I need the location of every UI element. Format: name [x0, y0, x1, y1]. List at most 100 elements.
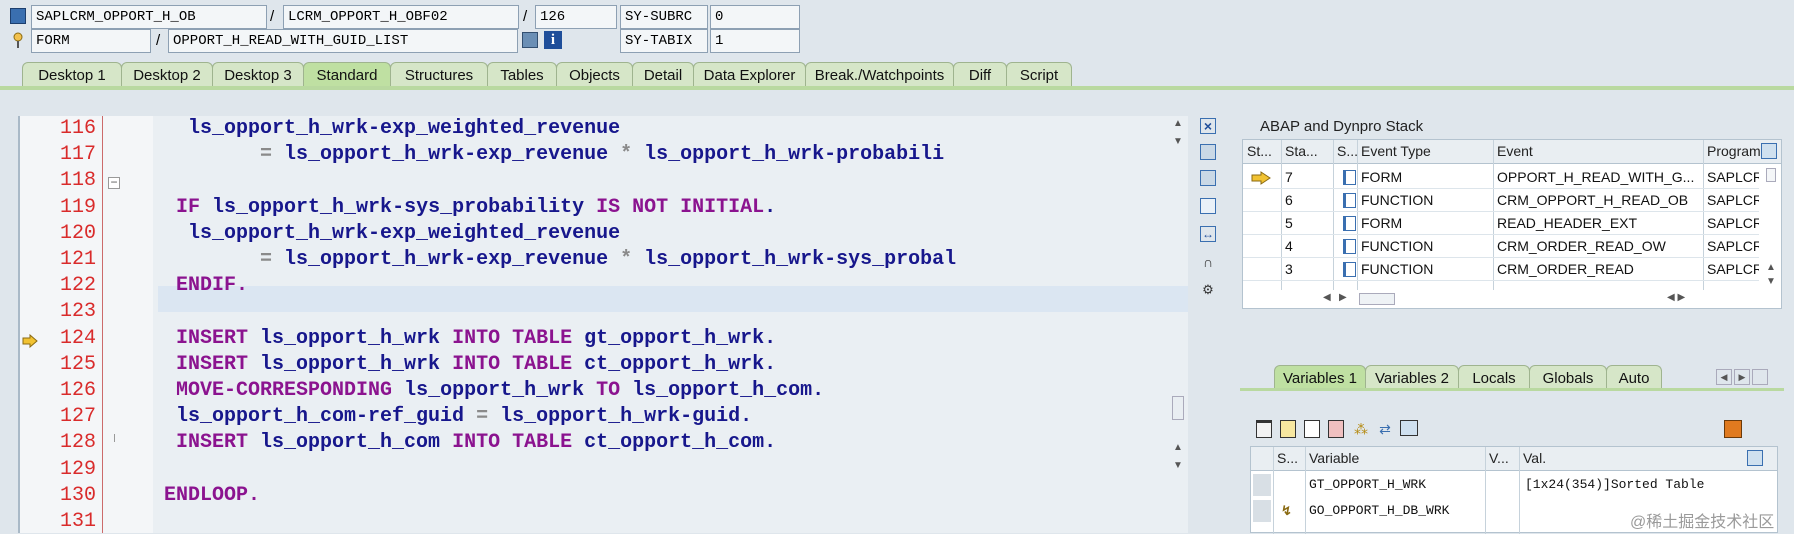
swap-tool-icon[interactable] — [1200, 170, 1216, 186]
variable-row[interactable]: GT_OPPORT_H_WRK [1x24(354)]Sorted Table — [1307, 474, 1757, 496]
variables-header: S... Variable V... Val. — [1251, 447, 1777, 471]
tab-script[interactable]: Script — [1006, 62, 1072, 88]
line-number: 130 — [60, 483, 97, 507]
transfer-icon[interactable]: ⇄ — [1376, 420, 1394, 438]
code-line[interactable]: MOVE-CORRESPONDING ls_opport_h_wrk TO ls… — [140, 378, 824, 404]
col-header[interactable]: S... — [1337, 140, 1358, 163]
code-line[interactable]: = ls_opport_h_wrk-exp_revenue * ls_oppor… — [140, 142, 944, 168]
fold-collapse-icon[interactable]: − — [108, 176, 120, 189]
program-field[interactable]: SAPLCRM_OPPORT_H_OB — [31, 5, 267, 29]
code-editor[interactable]: 116 ls_opport_h_wrk-exp_weighted_revenue… — [18, 116, 1188, 533]
hierarchy-icon[interactable]: ⁂ — [1352, 420, 1370, 438]
stack-row[interactable]: 5FORMREAD_HEADER_EXTSAPLCRI — [1243, 212, 1759, 235]
scroll-thumb[interactable] — [1359, 293, 1395, 305]
services-icon[interactable]: ∩ — [1200, 254, 1216, 270]
variable-name[interactable]: GO_OPPORT_H_DB_WRK — [1309, 498, 1485, 524]
include-field[interactable]: LCRM_OPPORT_H_OBF02 — [283, 5, 519, 29]
scroll-down-icon[interactable]: ▼ — [1170, 134, 1186, 150]
code-line[interactable]: ENDIF. — [140, 273, 248, 299]
stack-hscroll[interactable]: ◀ ▶ — [1323, 292, 1503, 306]
code-line[interactable]: = ls_opport_h_wrk-exp_revenue * ls_oppor… — [140, 247, 956, 273]
code-line[interactable]: IF ls_opport_h_wrk-sys_probability IS NO… — [140, 195, 776, 221]
tab-list-icon[interactable] — [1752, 369, 1768, 385]
col-header[interactable]: Val. — [1523, 447, 1546, 470]
identifier-token: ls_opport_h_wrk — [248, 352, 453, 376]
tab-scroll-left-icon[interactable]: ◀ — [1716, 369, 1732, 385]
current-line-highlight — [158, 286, 1188, 312]
slash-separator: / — [156, 32, 161, 49]
row-selector[interactable] — [1253, 500, 1271, 522]
col-header[interactable]: Variable — [1309, 447, 1359, 470]
tab-standard[interactable]: Standard — [303, 62, 391, 88]
tab-detail[interactable]: Detail — [632, 62, 694, 88]
tab-objects[interactable]: Objects — [556, 62, 633, 88]
stack-vscroll[interactable]: ▲ ▼ — [1763, 164, 1779, 290]
sytabix-label: SY-TABIX — [620, 29, 708, 53]
stack-row[interactable]: 3 FUNCTION CRM_ORDER_READ SAPLCRI — [1243, 258, 1759, 281]
code-line[interactable]: ls_opport_h_com-ref_guid = ls_opport_h_w… — [140, 404, 752, 430]
event-field[interactable]: OPPORT_H_READ_WITH_GUID_LIST — [168, 29, 518, 53]
scroll-right-icon[interactable]: ▶ — [1339, 292, 1347, 303]
maximize-icon[interactable] — [1200, 198, 1216, 214]
code-line[interactable]: ENDLOOP. — [140, 483, 260, 509]
scroll-up-icon[interactable]: ▲ — [1170, 440, 1186, 456]
stack-row[interactable]: 7FORMOPPORT_H_READ_WITH_G...SAPLCRI — [1243, 166, 1759, 189]
close-icon[interactable]: × — [1200, 118, 1216, 134]
variable-name[interactable]: GT_OPPORT_H_WRK — [1309, 472, 1485, 498]
list-icon[interactable] — [1304, 420, 1320, 438]
keyword-token: INTO TABLE — [452, 431, 573, 455]
stack-hscroll-right[interactable]: ◀ ▶ — [1667, 292, 1707, 306]
folder-icon[interactable] — [1400, 420, 1418, 436]
tab-desktop-2[interactable]: Desktop 2 — [121, 62, 213, 88]
tab-structures[interactable]: Structures — [390, 62, 488, 88]
code-line[interactable]: INSERT ls_opport_h_wrk INTO TABLE gt_opp… — [140, 326, 776, 352]
save-list-icon[interactable] — [1328, 420, 1344, 438]
col-header[interactable]: St... — [1247, 140, 1272, 163]
tab-breakpoints[interactable]: Break./Watchpoints — [805, 62, 954, 88]
code-scrollbar[interactable]: ▲ ▼ ▲ ▼ — [1170, 116, 1186, 533]
scroll-down-icon[interactable]: ▼ — [1763, 274, 1779, 290]
edit-list-icon[interactable] — [1280, 420, 1296, 438]
col-header[interactable]: V... — [1489, 447, 1509, 470]
col-header[interactable]: Event — [1497, 140, 1533, 163]
event-type-field[interactable]: FORM — [31, 29, 151, 53]
layout-settings-icon[interactable] — [1747, 450, 1763, 466]
stack-panel: ABAP and Dynpro Stack St... Sta... S... … — [1240, 114, 1794, 322]
row-selector[interactable] — [1253, 474, 1271, 496]
code-line[interactable]: INSERT ls_opport_h_com INTO TABLE ct_opp… — [140, 430, 776, 456]
tab-scroll-right-icon[interactable]: ▶ — [1734, 369, 1750, 385]
code-line[interactable]: ls_opport_h_wrk-exp_weighted_revenue — [140, 221, 620, 247]
delete-icon[interactable] — [1256, 420, 1272, 438]
stack-grid[interactable]: St... Sta... S... Event Type Event Progr… — [1242, 139, 1782, 309]
disk-save-icon[interactable] — [1724, 420, 1742, 438]
resize-horizontal-icon[interactable]: ↔ — [1200, 226, 1216, 242]
settings-tool-icon[interactable]: ⚙ — [1200, 282, 1216, 298]
scroll-up-icon[interactable]: ▲ — [1170, 116, 1186, 132]
col-header[interactable]: Program — [1707, 140, 1761, 163]
stack-row[interactable]: 4FUNCTIONCRM_ORDER_READ_OWSAPLCRI — [1243, 235, 1759, 258]
scroll-thumb[interactable] — [1172, 396, 1184, 420]
col-header[interactable]: Sta... — [1285, 140, 1318, 163]
code-line[interactable]: ls_opport_h_wrk-exp_weighted_revenue — [140, 116, 620, 142]
col-header[interactable]: S... — [1277, 447, 1298, 470]
keyword-token: TO — [596, 379, 621, 402]
tab-diff[interactable]: Diff — [953, 62, 1007, 88]
tab-tables[interactable]: Tables — [487, 62, 557, 88]
scroll-thumb[interactable] — [1766, 168, 1776, 182]
scroll-down-icon[interactable]: ▼ — [1170, 458, 1186, 474]
scroll-left-icon[interactable]: ◀ — [1323, 292, 1331, 303]
tab-desktop-1[interactable]: Desktop 1 — [22, 62, 122, 88]
code-line[interactable]: INSERT ls_opport_h_wrk INTO TABLE ct_opp… — [140, 352, 776, 378]
layout-settings-icon[interactable] — [1761, 143, 1777, 159]
identifier-token — [140, 353, 176, 376]
identifier-token: . — [764, 195, 777, 219]
tab-desktop-3[interactable]: Desktop 3 — [212, 62, 304, 88]
info-icon[interactable]: i — [544, 31, 562, 49]
sytabix-value: 1 — [710, 29, 800, 53]
line-field[interactable]: 126 — [535, 5, 617, 29]
grid-view-icon[interactable] — [522, 32, 538, 48]
new-tool-icon[interactable] — [1200, 144, 1216, 160]
tab-data-explorer[interactable]: Data Explorer — [693, 62, 806, 88]
col-header[interactable]: Event Type — [1361, 140, 1431, 163]
stack-row[interactable]: 6FUNCTIONCRM_OPPORT_H_READ_OBSAPLCRI — [1243, 189, 1759, 212]
